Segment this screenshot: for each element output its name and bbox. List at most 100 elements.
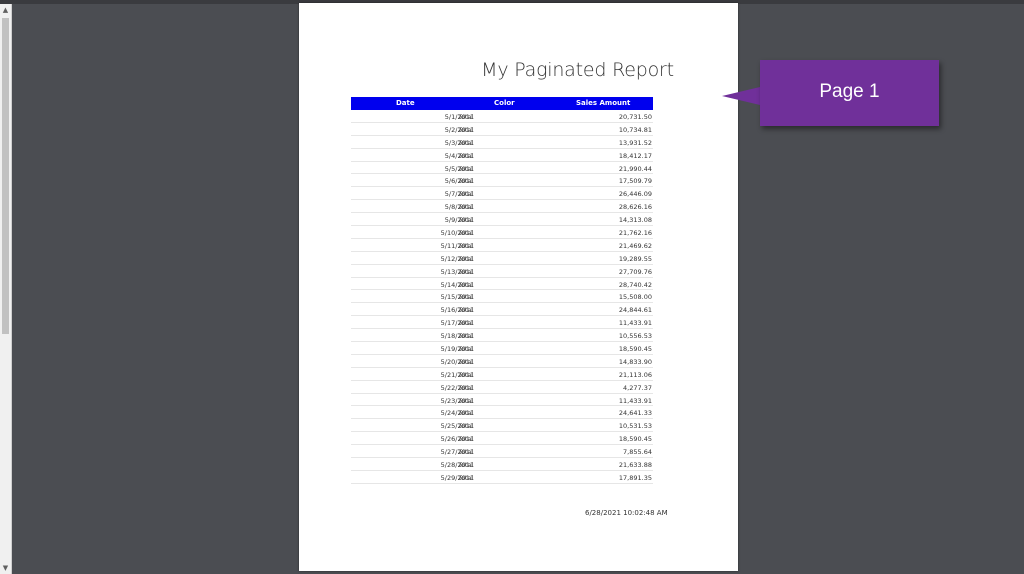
table-row: 5/23/2011 Total 11,433.91 (351, 394, 653, 407)
table-row: 5/21/2011 Total 21,113.06 (351, 368, 653, 381)
table-row: 5/20/2011 Total 14,833.90 (351, 355, 653, 368)
row-sales-amount: 14,833.90 (618, 357, 652, 366)
row-sales-amount: 24,641.33 (618, 409, 652, 418)
table-row: 5/12/2011 Total 19,289.55 (351, 252, 653, 265)
table-row: 5/10/2011 Total 21,762.16 (351, 226, 653, 239)
row-total-label: Total (458, 280, 474, 289)
table-row: 5/13/2011 Total 27,709.76 (351, 265, 653, 278)
column-header-sales-amount: Sales Amount (576, 99, 631, 107)
report-timestamp: 6/28/2021 10:02:48 AM (585, 509, 668, 517)
row-total-label: Total (458, 151, 474, 160)
row-total-label: Total (458, 448, 474, 457)
row-sales-amount: 21,762.16 (618, 229, 652, 238)
callout-label: Page 1 (819, 81, 880, 102)
table-row: 5/16/2011 Total 24,844.61 (351, 303, 653, 317)
table-header: Date Color Sales Amount (351, 97, 653, 110)
table-row: 5/14/2011 Total 28,740.42 (351, 278, 653, 291)
row-total-label: Total (458, 254, 474, 263)
row-sales-amount: 11,433.91 (618, 396, 652, 405)
scroll-up-arrow-icon[interactable]: ▲ (0, 4, 11, 16)
row-sales-amount: 21,633.88 (618, 461, 652, 470)
table-row: 5/27/2011 Total 7,855.64 (351, 445, 653, 459)
table-row: 5/2/2011 Total 10,734.81 (351, 123, 653, 136)
table-row: 5/11/2011 Total 21,469.62 (351, 239, 653, 252)
row-total-label: Total (458, 125, 474, 134)
row-sales-amount: 18,590.45 (618, 435, 652, 444)
table-row: 5/29/2011 Total 17,891.35 (351, 471, 653, 484)
table-row: 5/25/2011 Total 10,531.53 (351, 419, 653, 433)
row-sales-amount: 15,508.00 (618, 293, 652, 302)
row-sales-amount: 14,313.08 (618, 216, 652, 225)
row-total-label: Total (458, 229, 474, 238)
table-row: 5/17/2011 Total 11,433.91 (351, 316, 653, 330)
row-total-label: Total (458, 177, 474, 186)
table-row: 5/26/2011 Total 18,590.45 (351, 432, 653, 446)
scrollbar-thumb[interactable] (2, 18, 9, 334)
row-sales-amount: 18,590.45 (618, 345, 652, 354)
row-total-label: Total (458, 164, 474, 173)
row-total-label: Total (458, 422, 474, 431)
row-sales-amount: 21,469.62 (618, 241, 652, 250)
column-header-color: Color (494, 99, 515, 107)
row-sales-amount: 27,709.76 (618, 267, 652, 276)
row-total-label: Total (458, 241, 474, 250)
scroll-down-arrow-icon[interactable]: ▼ (0, 562, 11, 574)
row-sales-amount: 26,446.09 (618, 190, 652, 199)
page-callout: Page 1 (760, 60, 939, 126)
row-total-label: Total (458, 332, 474, 341)
table-row: 5/1/2011 Total 20,731.50 (351, 110, 653, 123)
row-sales-amount: 11,433.91 (618, 319, 652, 328)
row-total-label: Total (458, 216, 474, 225)
table-row: 5/6/2011 Total 17,509.79 (351, 174, 653, 188)
row-sales-amount: 20,731.50 (618, 113, 652, 121)
table-row: 5/18/2011 Total 10,556.53 (351, 329, 653, 343)
row-total-label: Total (458, 461, 474, 470)
row-total-label: Total (458, 203, 474, 212)
row-sales-amount: 17,509.79 (618, 177, 652, 186)
row-sales-amount: 10,556.53 (618, 332, 652, 341)
row-total-label: Total (458, 473, 474, 482)
row-total-label: Total (458, 435, 474, 444)
table-row: 5/24/2011 Total 24,641.33 (351, 406, 653, 420)
row-total-label: Total (458, 383, 474, 392)
row-sales-amount: 10,734.81 (618, 125, 652, 134)
table-row: 5/15/2011 Total 15,508.00 (351, 290, 653, 304)
row-total-label: Total (458, 345, 474, 354)
row-sales-amount: 13,931.52 (618, 138, 652, 147)
row-total-label: Total (458, 293, 474, 302)
report-table: Date Color Sales Amount 5/1/2011 Total 20,… (351, 97, 653, 484)
row-total-label: Total (458, 396, 474, 405)
report-title: My Paginated Report (481, 59, 674, 81)
table-row: 5/8/2011 Total 28,626.16 (351, 200, 653, 214)
table-row: 5/9/2011 Total 14,313.08 (351, 213, 653, 227)
row-total-label: Total (458, 267, 474, 276)
column-header-date: Date (396, 99, 415, 107)
row-total-label: Total (458, 357, 474, 366)
table-row: 5/7/2011 Total 26,446.09 (351, 187, 653, 201)
row-total-label: Total (458, 370, 474, 379)
table-row: 5/28/2011 Total 21,633.88 (351, 458, 653, 471)
row-total-label: Total (458, 138, 474, 147)
row-sales-amount: 7,855.64 (623, 448, 652, 457)
table-row: 5/3/2011 Total 13,931.52 (351, 136, 653, 149)
row-total-label: Total (458, 113, 474, 121)
row-total-label: Total (458, 306, 474, 315)
table-row: 5/19/2011 Total 18,590.45 (351, 342, 653, 355)
row-sales-amount: 4,277.37 (623, 383, 652, 392)
row-sales-amount: 21,990.44 (618, 164, 652, 173)
table-body: 5/1/2011 Total 20,731.50 5/2/2011 Total 10,73… (351, 110, 653, 484)
callout-arrow-icon (722, 87, 760, 105)
row-sales-amount: 10,531.53 (618, 422, 652, 431)
report-page: My Paginated Report Date Color Sales Amo… (299, 3, 738, 571)
vertical-scrollbar[interactable]: ▲ ▼ (0, 4, 12, 574)
row-sales-amount: 21,113.06 (618, 370, 652, 379)
table-row: 5/5/2011 Total 21,990.44 (351, 162, 653, 175)
row-sales-amount: 19,289.55 (618, 254, 652, 263)
row-sales-amount: 17,891.35 (618, 473, 652, 482)
row-total-label: Total (458, 319, 474, 328)
table-row: 5/4/2011 Total 18,412.17 (351, 149, 653, 162)
row-sales-amount: 28,626.16 (618, 203, 652, 212)
row-total-label: Total (458, 409, 474, 418)
row-sales-amount: 28,740.42 (618, 280, 652, 289)
row-sales-amount: 18,412.17 (618, 151, 652, 160)
